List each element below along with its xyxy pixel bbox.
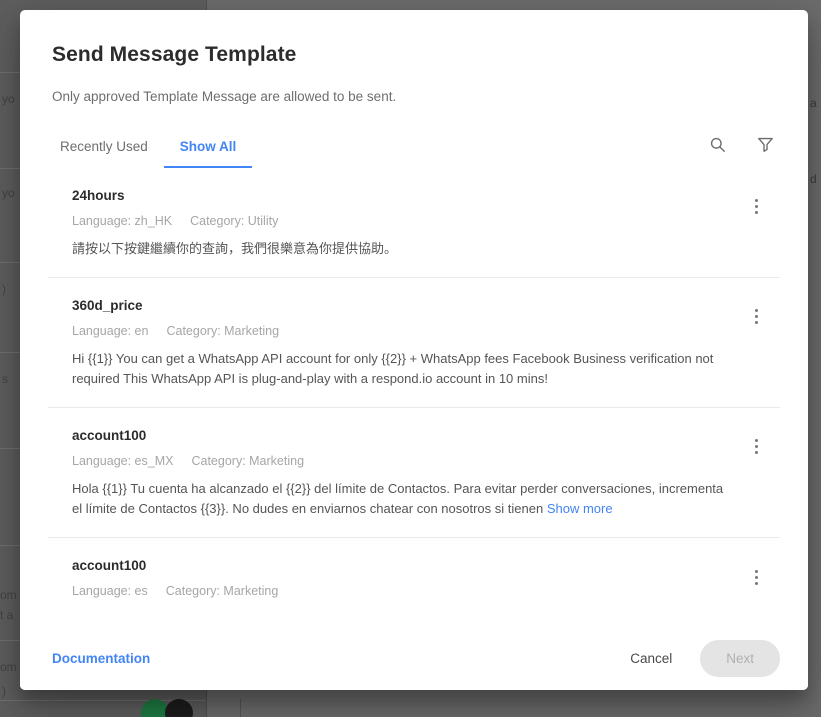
next-button[interactable]: Next bbox=[700, 639, 780, 677]
tab-actions bbox=[706, 134, 784, 168]
more-options-icon[interactable] bbox=[746, 196, 766, 218]
page-title: Send Message Template bbox=[52, 43, 297, 66]
background-text-fragment: om bbox=[0, 588, 17, 602]
filter-icon[interactable] bbox=[754, 134, 776, 156]
background-text-fragment: ) bbox=[2, 684, 6, 698]
list-item[interactable]: account100 Language: es_MX Category: Mar… bbox=[48, 408, 780, 539]
background-text-fragment: s bbox=[2, 372, 8, 386]
documentation-link[interactable]: Documentation bbox=[52, 651, 150, 666]
template-name: 360d_price bbox=[72, 297, 143, 313]
template-meta: Language: es_MX Category: Marketing bbox=[72, 454, 734, 468]
background-text-fragment: d bbox=[810, 172, 817, 186]
background-text-fragment: t a bbox=[0, 608, 14, 622]
background-column-divider bbox=[240, 699, 241, 717]
background-text-fragment: a bbox=[810, 96, 817, 110]
search-icon[interactable] bbox=[706, 134, 728, 156]
background-text-fragment: yo bbox=[2, 186, 15, 200]
footer-actions: Cancel Next bbox=[614, 639, 780, 677]
send-message-template-dialog: Send Message Template Only approved Temp… bbox=[20, 10, 808, 690]
background-text-fragment: om bbox=[0, 660, 17, 674]
more-options-icon[interactable] bbox=[746, 566, 766, 588]
more-options-icon[interactable] bbox=[746, 436, 766, 458]
show-more-link[interactable]: Show more bbox=[547, 501, 613, 516]
template-meta: Language: en Category: Marketing bbox=[72, 324, 734, 338]
tabs-row: Recently Used Show All bbox=[20, 134, 808, 168]
template-body: 請按以下按鍵繼續你的查詢，我們很樂意為你提供協助。 bbox=[72, 240, 398, 256]
list-item[interactable]: 24hours Language: zh_HK Category: Utilit… bbox=[48, 168, 780, 278]
template-language: Language: es_MX bbox=[72, 453, 174, 468]
background-text-fragment: ) bbox=[2, 282, 6, 296]
template-meta: Language: es Category: Marketing bbox=[72, 584, 734, 598]
template-meta: Language: zh_HK Category: Utility bbox=[72, 214, 734, 228]
template-name: account100 bbox=[72, 427, 147, 443]
list-item[interactable]: account100 Language: es Category: Market… bbox=[48, 538, 780, 626]
dialog-header: Send Message Template Only approved Temp… bbox=[20, 10, 808, 106]
template-name: 24hours bbox=[72, 187, 125, 203]
template-language: Language: es bbox=[72, 583, 148, 598]
dialog-subtitle: Only approved Template Message are allow… bbox=[52, 89, 397, 105]
tab-list: Recently Used Show All bbox=[44, 139, 252, 168]
cancel-button[interactable]: Cancel bbox=[614, 641, 688, 676]
template-category: Category: Marketing bbox=[191, 453, 305, 468]
tab-show-all[interactable]: Show All bbox=[163, 139, 253, 168]
list-item[interactable]: 360d_price Language: en Category: Market… bbox=[48, 278, 780, 408]
template-category: Category: Marketing bbox=[165, 583, 279, 598]
background-text-fragment: yo bbox=[2, 92, 15, 106]
tab-recently-used[interactable]: Recently Used bbox=[44, 139, 164, 168]
more-options-icon[interactable] bbox=[746, 306, 766, 328]
template-body-text: Hola {{1}} Tu cuenta ha alcanzado el {{2… bbox=[72, 480, 724, 516]
dialog-footer: Documentation Cancel Next bbox=[20, 626, 808, 690]
template-body: Hola {{1}} Tu cuenta ha alcanzado el {{2… bbox=[72, 479, 734, 519]
template-name: account100 bbox=[72, 558, 147, 574]
template-language: Language: zh_HK bbox=[72, 213, 173, 228]
template-category: Category: Utility bbox=[190, 213, 279, 228]
template-list[interactable]: 24hours Language: zh_HK Category: Utilit… bbox=[20, 168, 808, 626]
template-body: Hi {{1}} You can get a WhatsApp API acco… bbox=[72, 350, 714, 386]
template-category: Category: Marketing bbox=[166, 323, 280, 338]
template-language: Language: en bbox=[72, 323, 149, 338]
screen: yo yo ) s om t a om ) a d Send Message T… bbox=[0, 0, 821, 717]
